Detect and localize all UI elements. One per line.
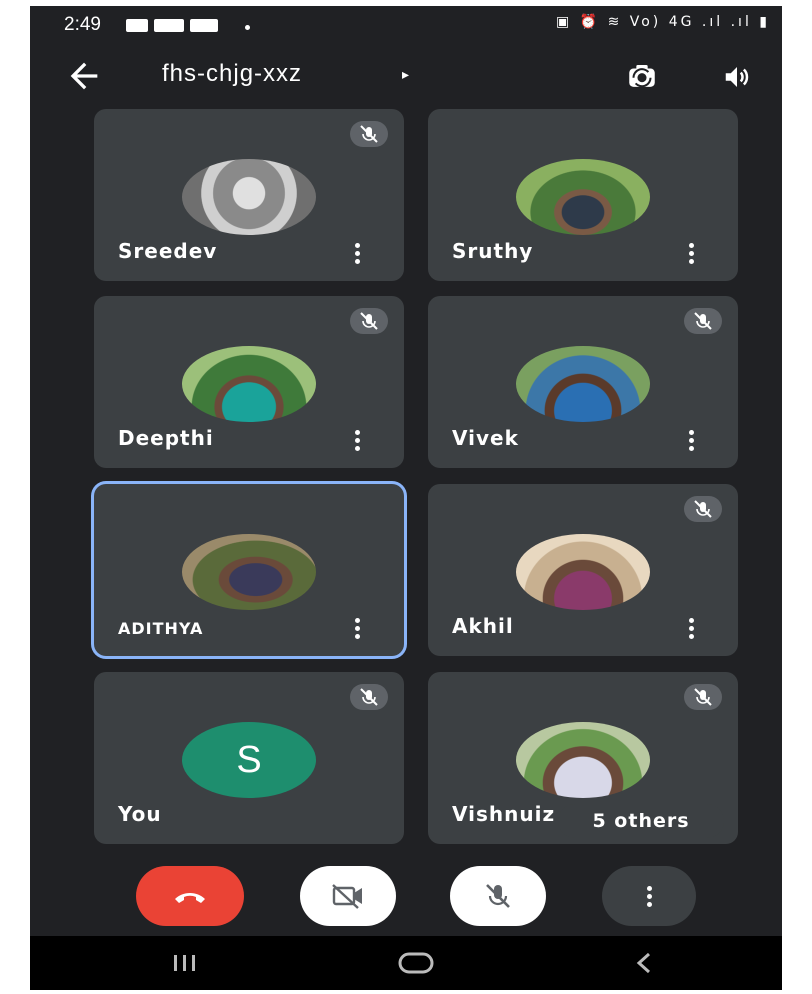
home-icon[interactable] <box>396 950 436 976</box>
participant-more-icon[interactable] <box>688 430 694 452</box>
participant-tile-sruthy[interactable]: Sruthy <box>428 109 738 281</box>
participant-more-icon[interactable] <box>354 618 360 640</box>
participant-more-icon[interactable] <box>354 430 360 452</box>
participant-name: Deepthi <box>118 426 214 450</box>
participant-tile-akhil[interactable]: Akhil <box>428 484 738 656</box>
app-notification-icon <box>154 19 184 32</box>
meeting-code[interactable]: fhs-chjg-xxz <box>162 60 302 88</box>
video-notification-icon <box>126 19 148 32</box>
mic-off-icon <box>486 884 510 908</box>
back-arrow-icon[interactable] <box>64 56 104 96</box>
participant-tile-deepthi[interactable]: Deepthi <box>94 296 404 468</box>
avatar-vishnuiz <box>516 722 650 798</box>
avatar-akhil <box>516 534 650 610</box>
avatar-vivek <box>516 346 650 422</box>
call-controls <box>30 862 782 926</box>
switch-camera-icon[interactable] <box>622 60 662 94</box>
participant-name: Vishnuiz <box>452 802 556 826</box>
camera-off-icon <box>332 884 362 909</box>
participant-name: Akhil <box>452 614 514 638</box>
mic-off-icon <box>350 308 388 334</box>
participant-name: You <box>118 802 162 826</box>
participant-more-icon[interactable] <box>688 243 694 265</box>
meeting-info-caret-icon[interactable]: ▸ <box>402 67 409 83</box>
avatar-you: S <box>182 722 316 798</box>
mic-off-icon <box>684 684 722 710</box>
more-options-button[interactable] <box>602 866 696 926</box>
system-nav-bar <box>30 936 782 990</box>
mic-off-icon <box>350 684 388 710</box>
others-chip[interactable]: 5 others <box>558 804 724 838</box>
meeting-header: fhs-chjg-xxz ▸ <box>30 50 782 110</box>
status-bar: 2:49 ▣ ⏰ ≋ Vo) 4G .ıl .ıl ▮ <box>30 6 782 46</box>
mic-off-icon <box>350 121 388 147</box>
participant-tile-vivek[interactable]: Vivek <box>428 296 738 468</box>
status-icons: ▣ ⏰ ≋ Vo) 4G .ıl .ıl ▮ <box>556 14 770 30</box>
mic-off-icon <box>684 308 722 334</box>
end-call-button[interactable] <box>136 866 244 926</box>
participant-name: Sruthy <box>452 239 534 263</box>
more-vert-icon <box>646 885 652 907</box>
app-notification-icon-2 <box>190 19 218 32</box>
camera-toggle-button[interactable] <box>300 866 396 926</box>
mic-toggle-button[interactable] <box>450 866 546 926</box>
phone-screen: 2:49 ▣ ⏰ ≋ Vo) 4G .ıl .ıl ▮ fhs-chjg-xxz… <box>30 6 782 990</box>
participant-tile-sreedev[interactable]: Sreedev <box>94 109 404 281</box>
avatar-adithya <box>182 534 316 610</box>
participant-more-icon[interactable] <box>688 618 694 640</box>
avatar-deepthi <box>182 346 316 422</box>
status-time: 2:49 <box>64 14 101 35</box>
participant-name: Sreedev <box>118 239 218 263</box>
mic-off-icon <box>684 496 722 522</box>
end-call-icon <box>175 893 205 903</box>
speaker-icon[interactable] <box>720 62 754 92</box>
avatar-sreedev <box>182 159 316 235</box>
participant-more-icon[interactable] <box>354 243 360 265</box>
participant-name: Vivek <box>452 426 519 450</box>
avatar-sruthy <box>516 159 650 235</box>
participant-tile-adithya[interactable]: ADITHYA <box>94 484 404 656</box>
back-icon[interactable] <box>634 950 654 976</box>
participant-tile-you[interactable]: S You <box>94 672 404 844</box>
recents-icon[interactable] <box>170 952 200 974</box>
participant-name: ADITHYA <box>118 619 204 638</box>
more-notifications-dot <box>245 25 250 30</box>
